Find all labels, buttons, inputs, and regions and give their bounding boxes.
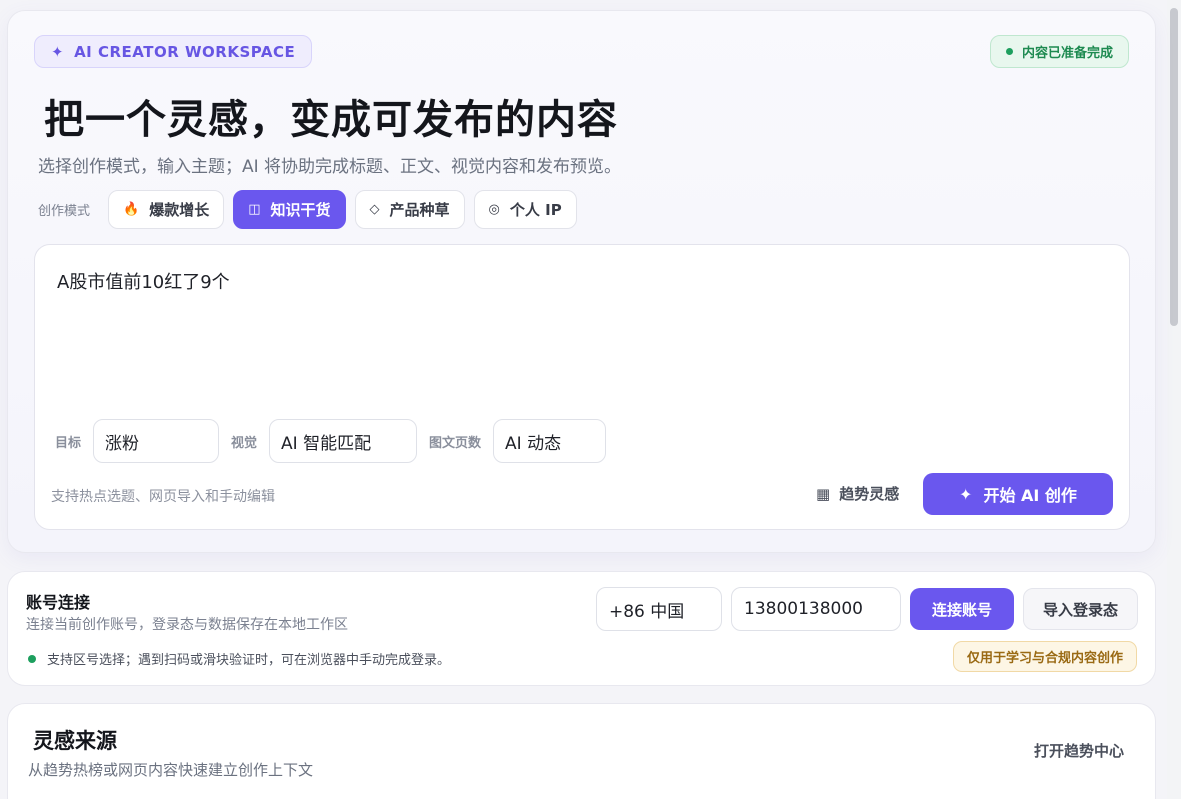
scrollbar-thumb[interactable] — [1170, 8, 1178, 326]
mode-button-personal-ip[interactable]: ◎ 个人 IP — [473, 190, 577, 229]
mode-button-product[interactable]: ◇ 产品种草 — [354, 190, 465, 229]
page-subtitle: 选择创作模式，输入主题；AI 将协助完成标题、正文、视觉内容和发布预览。 — [38, 157, 622, 177]
mode-button-label: 知识干货 — [270, 201, 331, 219]
status-dot-icon — [1005, 48, 1013, 55]
workspace-tag: ✦ AI CREATOR WORKSPACE — [34, 35, 313, 68]
hero-card: ✦ AI CREATOR WORKSPACE 内容已准备完成 把一个灵感，变成可… — [7, 10, 1156, 553]
info-dot-icon — [28, 654, 36, 663]
mode-button-viral[interactable]: 🔥 爆款增长 — [108, 190, 225, 229]
chart-icon: ▦ — [816, 484, 831, 503]
phone-input[interactable]: 13800138000 — [731, 587, 901, 631]
editor-hint: 支持热点选题、网页导入和手动编辑 — [51, 489, 275, 505]
goal-label: 目标 — [55, 435, 82, 451]
start-ai-creation-label: 开始 AI 创作 — [983, 486, 1077, 505]
status-badge: 内容已准备完成 — [989, 35, 1129, 68]
compliance-badge: 仅用于学习与合规内容创作 — [952, 641, 1137, 672]
open-trend-center-button[interactable]: 打开趋势中心 — [1034, 740, 1124, 761]
visual-select[interactable]: AI 智能匹配 — [269, 419, 418, 463]
mode-button-label: 产品种草 — [389, 201, 450, 219]
trend-inspiration-label: 趋势灵感 — [839, 485, 900, 503]
mode-label: 创作模式 — [38, 204, 91, 219]
inspiration-subtitle: 从趋势热榜或网页内容快速建立创作上下文 — [28, 761, 314, 779]
diamond-icon: ◇ — [369, 202, 380, 217]
status-badge-label: 内容已准备完成 — [1021, 46, 1113, 61]
sparkle-icon: ✦ — [959, 484, 973, 504]
target-icon: ◎ — [488, 202, 500, 217]
topic-editor[interactable]: A股市值前10红了9个 目标 涨粉 视觉 AI 智能匹配 图文页数 AI 动态 … — [34, 244, 1130, 530]
trend-inspiration-button[interactable]: ▦ 趋势灵感 — [816, 483, 899, 504]
account-card: 账号连接 连接当前创作账号，登录态与数据保存在本地工作区 +86 中国 1380… — [7, 571, 1156, 686]
scrollbar[interactable] — [1167, 0, 1181, 799]
page-count-label: 图文页数 — [429, 435, 482, 451]
region-select[interactable]: +86 中国 — [596, 587, 722, 631]
page-count-select[interactable]: AI 动态 — [493, 419, 607, 463]
book-icon: ◫ — [248, 202, 261, 217]
inspiration-title: 灵感来源 — [33, 729, 117, 753]
inspiration-card: 灵感来源 从趋势热榜或网页内容快速建立创作上下文 打开趋势中心 — [7, 703, 1156, 799]
account-subtitle: 连接当前创作账号，登录态与数据保存在本地工作区 — [26, 617, 348, 633]
visual-label: 视觉 — [231, 435, 258, 451]
account-note-text: 支持区号选择；遇到扫码或滑块验证时，可在浏览器中手动完成登录。 — [47, 653, 451, 668]
fire-icon: 🔥 — [123, 202, 140, 217]
import-login-button[interactable]: 导入登录态 — [1023, 588, 1138, 630]
mode-selector: 创作模式 🔥 爆款增长 ◫ 知识干货 ◇ 产品种草 ◎ 个人 IP — [38, 190, 586, 229]
mode-button-knowledge[interactable]: ◫ 知识干货 — [233, 190, 346, 229]
account-title: 账号连接 — [26, 593, 91, 612]
start-ai-creation-button[interactable]: ✦ 开始 AI 创作 — [923, 473, 1113, 515]
page-title: 把一个灵感，变成可发布的内容 — [44, 97, 618, 143]
goal-select[interactable]: 涨粉 — [93, 419, 220, 463]
mode-button-label: 爆款增长 — [149, 201, 210, 219]
connect-account-button[interactable]: 连接账号 — [910, 588, 1014, 630]
account-note: 支持区号选择；遇到扫码或滑块验证时，可在浏览器中手动完成登录。 — [28, 649, 450, 668]
workspace-tag-label: AI CREATOR WORKSPACE — [74, 42, 296, 61]
mode-button-label: 个人 IP — [509, 201, 562, 219]
sparkle-icon: ✦ — [51, 42, 65, 61]
topic-input[interactable]: A股市值前10红了9个 — [57, 268, 230, 294]
options-row: 目标 涨粉 视觉 AI 智能匹配 图文页数 AI 动态 — [55, 419, 618, 463]
